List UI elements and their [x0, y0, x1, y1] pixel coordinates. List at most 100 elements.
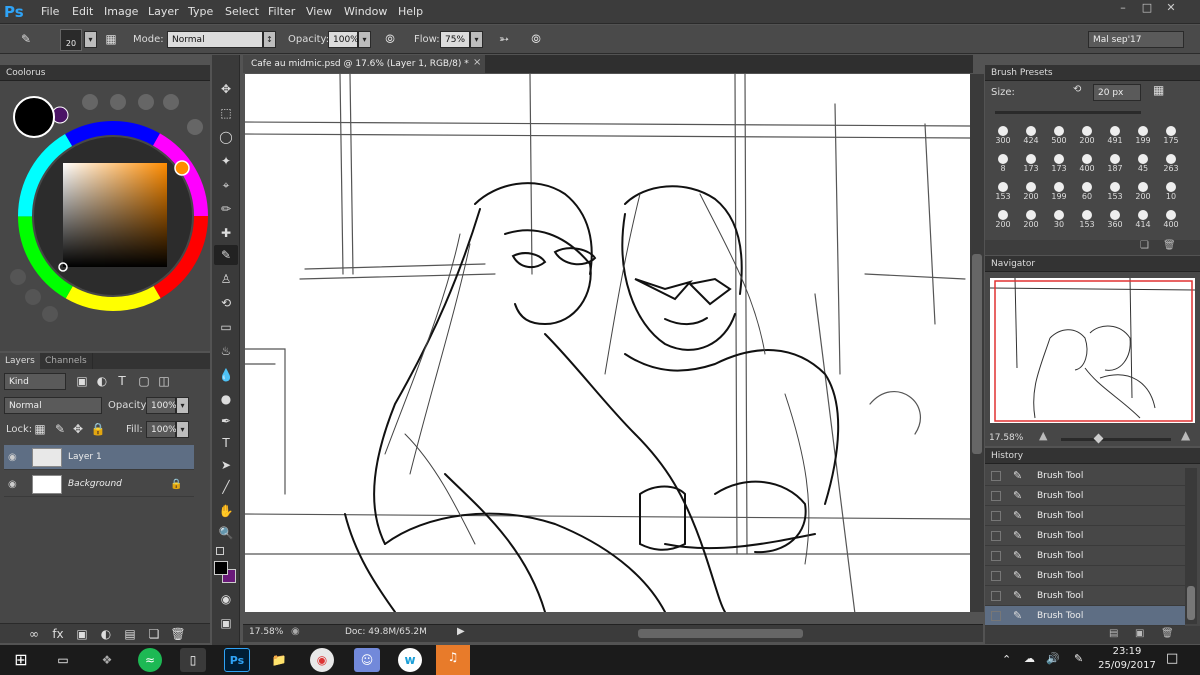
brush-preset-item[interactable]: 200	[1129, 179, 1157, 207]
itunes-icon[interactable]: ♫	[436, 645, 470, 675]
navigator-zoom-handle[interactable]	[1093, 433, 1104, 444]
crop-tool-icon[interactable]: ⌖	[214, 175, 238, 195]
reset-size-icon[interactable]: ⟲	[1073, 84, 1081, 95]
history-checkbox[interactable]	[991, 551, 1001, 561]
opacity-dropdown[interactable]: ▾	[358, 31, 371, 48]
filter-shape-icon[interactable]: ▢	[134, 371, 154, 391]
lasso-tool-icon[interactable]: ◯	[214, 127, 238, 147]
canvas[interactable]	[245, 74, 970, 612]
default-colors-icon[interactable]	[216, 547, 224, 555]
layer-opacity-input[interactable]: 100%	[146, 397, 177, 414]
paint-bucket-icon[interactable]: ♨	[214, 341, 238, 361]
menu-select[interactable]: Select	[225, 0, 259, 24]
layer-row-layer-1[interactable]: ◉ Layer 1	[4, 445, 194, 470]
zoom-in-icon[interactable]: ▲	[1181, 428, 1190, 442]
minimize-icon[interactable]: –	[1112, 0, 1134, 18]
task-view-icon[interactable]: ▭	[50, 648, 76, 672]
brush-preset-item[interactable]: 60	[1073, 179, 1101, 207]
tray-chevron-icon[interactable]: ⌃	[1002, 653, 1011, 666]
menu-view[interactable]: View	[306, 0, 332, 24]
tab-layers[interactable]: Layers	[0, 353, 41, 369]
clock-time[interactable]: 23:19	[1104, 646, 1150, 657]
color-wheel[interactable]	[0, 81, 210, 351]
snapshot-icon[interactable]: ▣	[1135, 628, 1144, 639]
menu-file[interactable]: File	[41, 0, 59, 24]
menu-image[interactable]: Image	[104, 0, 138, 24]
brush-panel-toggle-icon[interactable]: ▦	[101, 29, 121, 49]
discord-icon[interactable]: ☺	[354, 648, 380, 672]
zoom-tool-icon[interactable]: 🔍	[214, 523, 238, 543]
web-app-icon[interactable]: w	[398, 648, 422, 672]
brush-preset-item[interactable]: 153	[1101, 179, 1129, 207]
history-row[interactable]: ✎ Brush Tool	[985, 486, 1185, 506]
brush-preset-item[interactable]: 360	[1101, 207, 1129, 235]
new-document-from-state-icon[interactable]: ▤	[1109, 628, 1118, 639]
brush-size-preview[interactable]: 20	[60, 29, 82, 51]
dodge-tool-icon[interactable]: ●	[214, 389, 238, 409]
line-tool-icon[interactable]: ╱	[214, 477, 238, 497]
mode-select[interactable]: Normal	[167, 31, 263, 48]
history-brush-icon[interactable]: ⟲	[214, 293, 238, 313]
link-layers-icon[interactable]: ∞	[24, 624, 44, 644]
file-explorer-icon[interactable]: 📁	[266, 648, 292, 672]
onedrive-icon[interactable]: ☁	[1024, 652, 1035, 665]
brush-picker-dropdown[interactable]: ▾	[84, 31, 97, 48]
windows-start-icon[interactable]: ⊞	[8, 648, 34, 672]
brush-preset-item[interactable]: 153	[989, 179, 1017, 207]
brush-preset-item[interactable]: 173	[1017, 151, 1045, 179]
move-tool-icon[interactable]: ✥	[214, 79, 238, 99]
history-checkbox[interactable]	[991, 611, 1001, 621]
history-checkbox[interactable]	[991, 491, 1001, 501]
brush-preset-item[interactable]: 199	[1129, 123, 1157, 151]
chrome-icon[interactable]: ◉	[310, 648, 334, 672]
vertical-scrollbar[interactable]	[970, 74, 984, 612]
navigator-preview[interactable]	[989, 277, 1196, 423]
history-checkbox[interactable]	[991, 471, 1001, 481]
new-layer-icon[interactable]: ❏	[144, 624, 164, 644]
history-row[interactable]: ✎ Brush Tool	[985, 466, 1185, 486]
kind-filter[interactable]: Kind	[4, 373, 66, 390]
history-checkbox[interactable]	[991, 511, 1001, 521]
brush-preset-item[interactable]: 263	[1157, 151, 1185, 179]
tab-channels[interactable]: Channels	[40, 353, 93, 369]
layer-name[interactable]: Layer 1	[68, 445, 102, 470]
lock-all-icon[interactable]: 🔒	[88, 419, 108, 439]
brush-preset-item[interactable]: 200	[1017, 207, 1045, 235]
eyedropper-tool-icon[interactable]: ✏	[214, 199, 238, 219]
history-row[interactable]: ✎ Brush Tool	[985, 606, 1185, 626]
brush-preset-item[interactable]: 45	[1129, 151, 1157, 179]
blur-tool-icon[interactable]: 💧	[214, 365, 238, 385]
navigator-zoom-value[interactable]: 17.58%	[989, 433, 1023, 443]
history-row[interactable]: ✎ Brush Tool	[985, 566, 1185, 586]
layer-row-background[interactable]: ◉ Background 🔒	[4, 472, 194, 497]
layer-opacity-dropdown[interactable]: ▾	[176, 397, 189, 414]
menu-edit[interactable]: Edit	[72, 0, 93, 24]
brush-preset-item[interactable]: 200	[989, 207, 1017, 235]
brush-tool-icon[interactable]: ✎	[214, 245, 238, 265]
pen-tool-icon[interactable]: ✒	[214, 411, 238, 431]
foreground-color-swatch[interactable]	[214, 561, 228, 575]
menu-layer[interactable]: Layer	[148, 0, 179, 24]
layer-name[interactable]: Background	[68, 472, 122, 497]
history-checkbox[interactable]	[991, 591, 1001, 601]
history-scroll-thumb[interactable]	[1187, 586, 1195, 620]
pinned-app-icon[interactable]: ❖	[94, 648, 120, 672]
filter-pixel-icon[interactable]: ▣	[72, 371, 92, 391]
new-brush-icon[interactable]: ❏	[1140, 240, 1149, 251]
vertical-scroll-thumb[interactable]	[972, 254, 982, 454]
document-tab[interactable]: Cafe au midmic.psd @ 17.6% (Layer 1, RGB…	[243, 55, 485, 73]
delete-brush-icon[interactable]: 🗑	[1163, 240, 1176, 251]
quick-select-tool-icon[interactable]: ✦	[214, 151, 238, 171]
brush-preset-item[interactable]: 500	[1045, 123, 1073, 151]
brush-preset-item[interactable]: 200	[1073, 123, 1101, 151]
brush-preset-item[interactable]: 400	[1073, 151, 1101, 179]
status-options-icon[interactable]: ◉	[291, 626, 300, 637]
brush-preset-item[interactable]: 173	[1045, 151, 1073, 179]
brush-preset-item[interactable]: 491	[1101, 123, 1129, 151]
visibility-eye-icon[interactable]: ◉	[8, 445, 22, 470]
lock-position-icon[interactable]: ✥	[68, 419, 88, 439]
brush-preset-item[interactable]: 187	[1101, 151, 1129, 179]
fill-input[interactable]: 100%	[146, 421, 177, 438]
brush-size-input[interactable]: 20 px	[1093, 84, 1141, 101]
marquee-tool-icon[interactable]: ⬚	[214, 103, 238, 123]
